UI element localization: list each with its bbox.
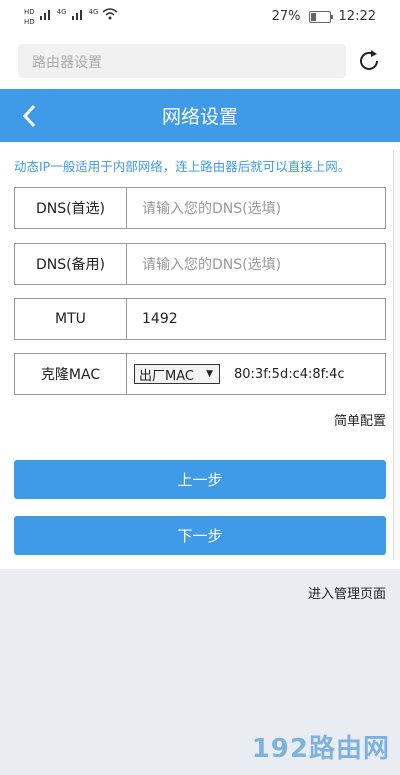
signal-icon: [39, 10, 50, 20]
dns-primary-row: DNS(首选) 请输入您的DNS(选填): [14, 187, 386, 229]
wifi-icon: [102, 8, 118, 20]
status-bar: HD HD 4G 4G 27% 12:22: [0, 0, 400, 34]
network-type-2: 4G: [88, 8, 99, 16]
footer: 进入管理页面 192路由网: [0, 569, 400, 775]
battery-icon: [308, 10, 333, 23]
signal-icon-2: [71, 10, 82, 20]
page-title: 网络设置: [161, 106, 238, 128]
info-text: 动态IP一般适用于内部网络，连上路由器后就可以直接上网。: [14, 159, 351, 174]
prev-step-button[interactable]: 上一步: [14, 460, 386, 499]
dns-backup-row: DNS(备用) 请输入您的DNS(选填): [14, 243, 386, 285]
signal-indicators: HD HD 4G 4G: [24, 8, 118, 26]
header-bar: 网络设置: [0, 89, 400, 142]
simple-config-link[interactable]: 简单配置: [334, 410, 386, 429]
dns-backup-input[interactable]: 请输入您的DNS(选填): [127, 244, 385, 284]
mac-select[interactable]: 出厂MAC ▼: [134, 364, 220, 384]
admin-page-link[interactable]: 进入管理页面: [308, 583, 386, 602]
dns-backup-label: DNS(备用): [15, 244, 127, 284]
clone-mac-value: 出厂MAC ▼ 80:3f:5d:c4:8f:4c: [127, 354, 385, 394]
mtu-input[interactable]: 1492: [127, 299, 385, 339]
reload-icon[interactable]: [356, 48, 382, 74]
dns-primary-label: DNS(首选): [15, 188, 127, 228]
mac-select-value: 出厂MAC: [139, 368, 194, 384]
caret-down-icon: ▼: [206, 369, 213, 379]
watermark: 192路由网: [251, 734, 390, 764]
next-step-button[interactable]: 下一步: [14, 516, 386, 555]
hd-badge-1: HD: [24, 8, 35, 16]
status-right: 27% 12:22: [272, 9, 376, 24]
mac-address: 80:3f:5d:c4:8f:4c: [234, 366, 345, 382]
clone-mac-label: 克隆MAC: [15, 354, 127, 394]
network-type-1: 4G: [56, 8, 67, 16]
clone-mac-row: 克隆MAC 出厂MAC ▼ 80:3f:5d:c4:8f:4c: [14, 353, 386, 395]
address-bar[interactable]: 路由器设置: [18, 44, 346, 78]
address-text: 路由器设置: [32, 55, 102, 71]
mtu-row: MTU 1492: [14, 298, 386, 340]
mtu-label: MTU: [15, 299, 127, 339]
scroll-edge: [393, 150, 400, 560]
hd-badge-2: HD: [24, 18, 35, 26]
battery-percent: 27%: [271, 9, 301, 24]
dns-primary-input[interactable]: 请输入您的DNS(选填): [127, 188, 385, 228]
clock: 12:22: [338, 9, 376, 24]
